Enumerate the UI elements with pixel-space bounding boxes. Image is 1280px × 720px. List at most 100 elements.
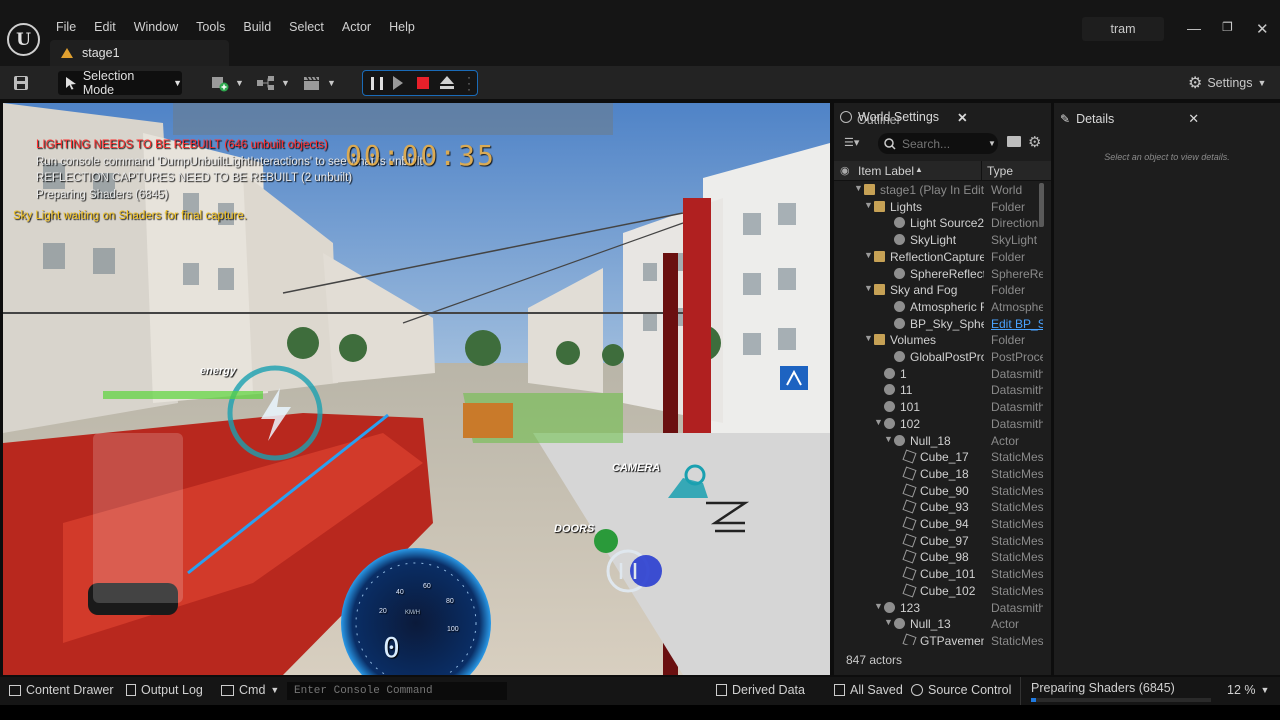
- outliner-row[interactable]: GlobalPostProcess PostProcess: [834, 349, 1044, 366]
- outliner-row[interactable]: Cube_93 StaticMesh: [834, 499, 1044, 516]
- pause-icon[interactable]: [371, 77, 383, 90]
- expand-arrow-icon[interactable]: ▼: [864, 283, 873, 293]
- zoom-dropdown[interactable]: 12 % ▼: [1227, 683, 1269, 697]
- source-control-button[interactable]: Source Control: [911, 683, 1011, 697]
- static-mesh-icon: [902, 549, 917, 564]
- viewport-message: Preparing Shaders (6845): [36, 189, 169, 201]
- outliner-row[interactable]: Light Source2 DirectionalLight: [834, 215, 1044, 232]
- actor-icon: [894, 434, 905, 446]
- add-folder-icon[interactable]: [1007, 136, 1021, 147]
- menu-actor[interactable]: Actor: [333, 17, 380, 37]
- expand-arrow-icon[interactable]: ▼: [854, 183, 863, 193]
- tab-outliner[interactable]: Outliner: [857, 109, 901, 131]
- outliner-row[interactable]: ▼ Sky and Fog Folder: [834, 282, 1044, 299]
- outliner-row[interactable]: SkyLight SkyLight: [834, 232, 1044, 249]
- outliner-row[interactable]: ▼ ReflectionCapture Folder: [834, 249, 1044, 266]
- add-actor-button[interactable]: ▼: [210, 71, 244, 95]
- outliner-row[interactable]: ▼ Null_13 Actor: [834, 616, 1044, 633]
- log-icon: [126, 684, 136, 696]
- all-saved-button[interactable]: All Saved: [834, 683, 903, 697]
- cmd-dropdown[interactable]: Cmd ▼: [221, 683, 279, 697]
- outliner-row[interactable]: Atmospheric Fog AtmosphericFog: [834, 299, 1044, 316]
- outliner-row[interactable]: ▼ stage1 (Play In Editor) World: [834, 182, 1044, 199]
- menu-select[interactable]: Select: [280, 17, 333, 37]
- gear-icon[interactable]: ⚙: [1028, 133, 1041, 151]
- eject-icon[interactable]: [440, 76, 454, 84]
- more-options-icon[interactable]: · · ·: [467, 71, 471, 95]
- save-status-icon: [834, 684, 845, 696]
- camera-button[interactable]: CAMERA: [612, 462, 660, 474]
- row-label: BP_Sky_Sphere: [910, 316, 984, 331]
- menu-file[interactable]: File: [47, 17, 85, 37]
- tab-details[interactable]: ✎ Details ✕: [1060, 108, 1199, 130]
- level-tab[interactable]: stage1: [50, 40, 229, 66]
- speed-tick-label: 20: [379, 608, 387, 615]
- menu-build[interactable]: Build: [234, 17, 280, 37]
- chevron-down-icon: ▼: [235, 78, 244, 88]
- column-type[interactable]: Type: [987, 164, 1013, 178]
- expand-arrow-icon[interactable]: ▼: [884, 617, 893, 627]
- menu-tools[interactable]: Tools: [187, 17, 234, 37]
- expand-arrow-icon[interactable]: ▼: [864, 250, 873, 260]
- cinematics-button[interactable]: ▼: [302, 71, 336, 95]
- expand-arrow-icon[interactable]: ▼: [864, 333, 873, 343]
- expand-arrow-icon[interactable]: ▼: [864, 200, 873, 210]
- settings-button[interactable]: ⚙ Settings ▼: [1188, 71, 1266, 95]
- selection-mode-dropdown[interactable]: Selection Mode ▼: [58, 69, 182, 97]
- outliner-row[interactable]: Cube_17 StaticMesh: [834, 449, 1044, 466]
- scrollbar-thumb[interactable]: [1039, 183, 1044, 227]
- close-tab-icon[interactable]: ✕: [957, 110, 967, 125]
- expand-arrow-icon[interactable]: ▼: [884, 434, 893, 444]
- unreal-logo-icon[interactable]: U: [7, 23, 40, 56]
- outliner-row[interactable]: Cube_101 StaticMesh: [834, 566, 1044, 583]
- outliner-row[interactable]: ▼ Null_18 Actor: [834, 433, 1044, 450]
- outliner-row[interactable]: Cube_102 StaticMesh: [834, 583, 1044, 600]
- outliner-row[interactable]: 101 Datasmith: [834, 399, 1044, 416]
- outliner-row[interactable]: GTPavement StaticMesh: [834, 633, 1044, 645]
- close-tab-icon[interactable]: ✕: [1188, 111, 1199, 127]
- doors-button[interactable]: DOORS: [554, 523, 594, 535]
- menu-help[interactable]: Help: [380, 17, 424, 37]
- column-item-label[interactable]: Item Label: [858, 164, 914, 178]
- row-type: World: [991, 183, 1023, 197]
- step-frame-icon[interactable]: [393, 76, 403, 90]
- row-type[interactable]: Edit BP_Sky: [991, 317, 1043, 331]
- outliner-row[interactable]: ▼ 102 Datasmith: [834, 416, 1044, 433]
- expand-arrow-icon[interactable]: ▼: [874, 417, 883, 427]
- search-input[interactable]: [902, 136, 982, 151]
- outliner-row[interactable]: 11 Datasmith: [834, 382, 1044, 399]
- visibility-icon[interactable]: ◉: [840, 164, 850, 177]
- outliner-row[interactable]: Cube_98 StaticMesh: [834, 549, 1044, 566]
- search-field[interactable]: ▼: [878, 133, 998, 154]
- outliner-row[interactable]: ▼ Lights Folder: [834, 199, 1044, 216]
- row-label: Atmospheric Fog: [910, 299, 984, 314]
- minimize-icon[interactable]: —: [1187, 20, 1201, 36]
- restore-icon[interactable]: ❐: [1222, 20, 1233, 34]
- outliner-row[interactable]: BP_Sky_Sphere Edit BP_Sky: [834, 316, 1044, 333]
- outliner-row[interactable]: ▼ 123 Datasmith: [834, 600, 1044, 617]
- outliner-row[interactable]: SphereReflection SphereReflection: [834, 266, 1044, 283]
- row-label: Sky and Fog: [890, 283, 958, 298]
- content-drawer-button[interactable]: Content Drawer: [9, 683, 114, 697]
- stop-icon[interactable]: [417, 77, 429, 89]
- level-viewport[interactable]: LIGHTING NEEDS TO BE REBUILT (646 unbuil…: [3, 103, 830, 675]
- menu-window[interactable]: Window: [125, 17, 187, 37]
- tab-details-label: Details: [1076, 112, 1115, 126]
- menu-edit[interactable]: Edit: [85, 17, 125, 37]
- outliner-row[interactable]: ▼ Volumes Folder: [834, 332, 1044, 349]
- speed-unit: KM/H: [405, 610, 420, 616]
- outliner-row[interactable]: Cube_18 StaticMesh: [834, 466, 1044, 483]
- row-label: SphereReflection: [910, 266, 984, 281]
- output-log-button[interactable]: Output Log: [126, 683, 203, 697]
- filter-icon[interactable]: ☰▾: [844, 136, 859, 149]
- outliner-row[interactable]: Cube_97 StaticMesh: [834, 533, 1044, 550]
- derived-data-button[interactable]: Derived Data: [716, 683, 805, 697]
- outliner-row[interactable]: 1 Datasmith: [834, 366, 1044, 383]
- outliner-row[interactable]: Cube_94 StaticMesh: [834, 516, 1044, 533]
- outliner-row[interactable]: Cube_90 StaticMesh: [834, 483, 1044, 500]
- save-button[interactable]: [13, 71, 29, 95]
- expand-arrow-icon[interactable]: ▼: [874, 601, 883, 611]
- console-input[interactable]: [287, 682, 507, 700]
- blueprint-button[interactable]: ▼: [256, 71, 290, 95]
- close-window-icon[interactable]: ✕: [1256, 20, 1269, 38]
